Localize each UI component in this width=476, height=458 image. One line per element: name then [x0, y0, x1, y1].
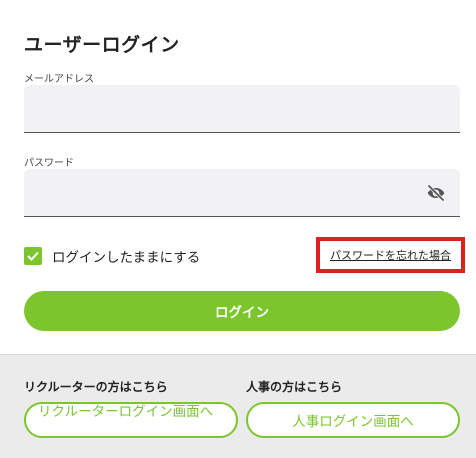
eye-off-icon[interactable] — [426, 183, 446, 203]
remember-checkbox[interactable] — [24, 247, 42, 265]
hr-login-button[interactable]: 人事ログイン画面へ — [246, 402, 460, 438]
forgot-password-link[interactable]: パスワードを忘れた場合 — [330, 247, 451, 263]
recruiter-login-button-label: リクルーターログイン画面へ — [38, 404, 214, 420]
checkmark-icon — [27, 251, 39, 261]
login-button[interactable]: ログイン — [24, 291, 460, 331]
page-title: ユーザーログイン — [24, 34, 180, 56]
remember-me[interactable]: ログインしたままにする — [24, 246, 200, 266]
forgot-password-highlight: パスワードを忘れた場合 — [316, 237, 465, 273]
password-field-container[interactable] — [24, 169, 460, 217]
email-label: メールアドレス — [24, 74, 94, 85]
recruiter-heading: リクルーターの方はこちら — [24, 380, 168, 394]
email-field[interactable] — [24, 85, 460, 132]
other-logins-section: リクルーターの方はこちら 人事の方はこちら リクルーターログイン画面へ 人事ログ… — [0, 354, 476, 458]
remember-label: ログインしたままにする — [52, 250, 201, 266]
hr-heading: 人事の方はこちら — [246, 380, 343, 394]
recruiter-login-button[interactable]: リクルーターログイン画面へ — [24, 402, 238, 438]
password-field[interactable] — [24, 169, 460, 216]
email-field-container[interactable] — [24, 85, 460, 133]
password-label: パスワード — [24, 158, 74, 169]
